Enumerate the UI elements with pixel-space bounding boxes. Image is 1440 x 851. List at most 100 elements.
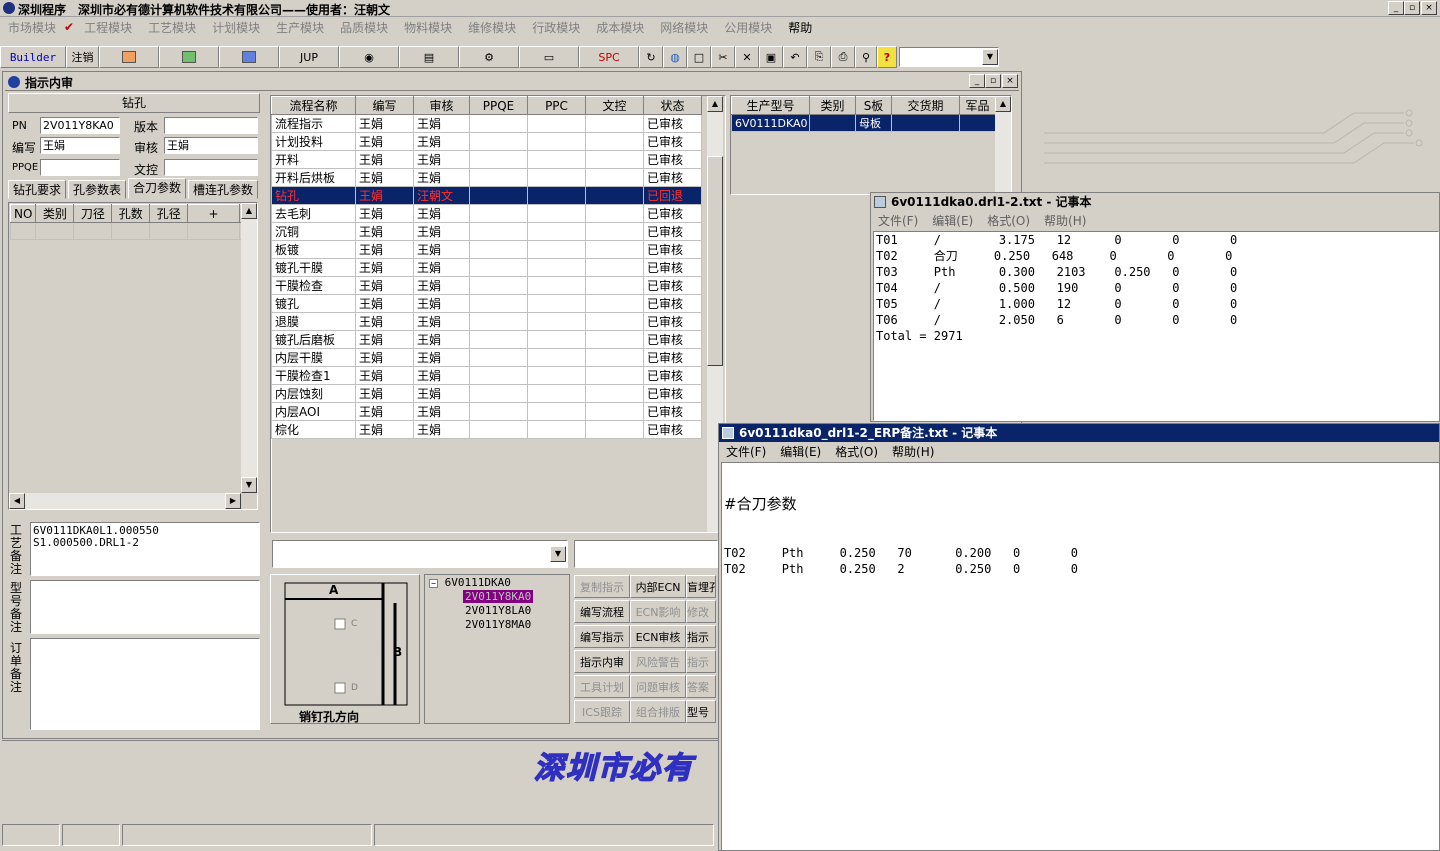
notepad-menu-item[interactable]: 帮助(H) [1037, 212, 1093, 229]
spc-button[interactable]: SPC [579, 46, 639, 68]
hole-grid-vscroll[interactable]: ▲ ▼ [241, 203, 257, 493]
hole-column-header[interactable]: 类别 [35, 204, 75, 223]
tree-node[interactable]: 2V011Y8LA0 [463, 604, 533, 617]
doc-control-field[interactable] [164, 159, 258, 176]
process-row[interactable]: 镀孔 王娟 王娟 已审核 [271, 294, 702, 313]
tab-slot-hole-parameters[interactable]: 槽连孔参数 [188, 180, 259, 199]
notepad-menu-item[interactable]: 编辑(E) [925, 212, 980, 229]
scroll-up-icon[interactable]: ▲ [995, 96, 1011, 112]
menu-item-10[interactable]: 网络模块 [652, 19, 716, 36]
network-icon[interactable]: ⚙ [459, 46, 519, 68]
save-icon[interactable]: ▣ [759, 46, 783, 68]
restore-button[interactable]: ▫ [1404, 1, 1420, 15]
process-row[interactable]: 内层干膜 王娟 王娟 已审核 [271, 348, 702, 367]
process-column-header[interactable]: 文控 [585, 96, 644, 115]
process-column-header[interactable]: 审核 [413, 96, 470, 115]
database-icon[interactable]: ▤ [399, 46, 459, 68]
process-row[interactable]: 棕化 王娟 王娟 已审核 [271, 420, 702, 439]
process-column-header[interactable]: 状态 [643, 96, 702, 115]
process-row[interactable]: 流程指示 王娟 王娟 已审核 [271, 114, 702, 133]
tree-collapse-icon[interactable]: − [429, 579, 438, 588]
notepad-menu-item[interactable]: 帮助(H) [885, 443, 941, 460]
command-button-10[interactable]: 风险警告 [630, 650, 686, 673]
preview-icon[interactable]: ⎘ [807, 46, 831, 68]
word-icon[interactable] [219, 46, 279, 68]
command-button-0[interactable]: 复制指示 [574, 575, 630, 598]
tree-root[interactable]: − 6V0111DKA0 [429, 576, 511, 589]
notepad-menu-item[interactable]: 文件(F) [719, 443, 773, 460]
builder-button[interactable]: Builder [0, 46, 66, 68]
process-row[interactable]: 沉铜 王娟 王娟 已审核 [271, 222, 702, 241]
hole-column-header[interactable]: NO [9, 204, 37, 223]
command-button-2[interactable]: 盲埋孔 [686, 575, 716, 598]
process-row[interactable]: 去毛刺 王娟 王娟 已审核 [271, 204, 702, 223]
process-column-header[interactable]: PPQE [469, 96, 528, 115]
process-grid[interactable]: 流程名称 编写 审核 PPQE PPC 文控 状态 流程指示 王娟 王娟 已审核 计划投料 王娟 王娟已… [270, 95, 726, 533]
command-button-3[interactable]: 编写流程 [574, 600, 630, 623]
product-grid-vscroll[interactable]: ▲ [995, 96, 1011, 194]
chevron-down-icon[interactable]: ▼ [550, 546, 566, 562]
tree-node[interactable]: 2V011Y8MA0 [463, 618, 533, 631]
hole-column-header[interactable]: + [187, 204, 240, 223]
product-column-header[interactable]: 生产型号 [731, 96, 810, 115]
command-button-12[interactable]: 工具计划 [574, 675, 630, 698]
command-button-4[interactable]: ECN影响 [630, 600, 686, 623]
mdi-restore-button[interactable]: ▫ [985, 74, 1001, 88]
scroll-down-icon[interactable]: ▼ [241, 477, 257, 493]
notepad1-text-area[interactable]: T01 / 3.175 12 0 0 0 T02 合刀 0.250 648 0 0… [873, 231, 1439, 421]
menu-item-3[interactable]: 计划模块 [204, 19, 268, 36]
process-row[interactable]: 开料后烘板 王娟 王娟 已审核 [271, 168, 702, 187]
command-button-13[interactable]: 问题审核 [630, 675, 686, 698]
process-remark-field[interactable]: 6V0111DKA0L1.000550 S1.000500.DRL1-2 [30, 522, 260, 576]
command-button-7[interactable]: ECN审核 [630, 625, 686, 648]
process-row[interactable]: 钻孔 王娟 汪朝文 已回退 [271, 186, 702, 205]
command-button-8[interactable]: 指示 [686, 625, 716, 648]
process-row[interactable]: 板镀 王娟 王娟 已审核 [271, 240, 702, 259]
tree-node[interactable]: 2V011Y8KA0 [463, 590, 534, 603]
excel-icon[interactable] [159, 46, 219, 68]
minimize-button[interactable]: _ [1388, 1, 1404, 15]
command-button-15[interactable]: ICS跟踪 [574, 700, 630, 723]
ppqe-field[interactable] [40, 159, 120, 176]
process-row[interactable]: 计划投料 王娟 王娟 已审核 [271, 132, 702, 151]
scroll-up-icon[interactable]: ▲ [707, 96, 723, 112]
process-row[interactable]: 退膜 王娟 王娟 已审核 [271, 312, 702, 331]
filter-combo-right[interactable] [574, 540, 718, 568]
toolbar-combo[interactable]: ▼ [899, 47, 999, 67]
scroll-up-icon[interactable]: ▲ [241, 203, 257, 219]
hole-column-header[interactable]: 刀径 [73, 204, 113, 223]
undo-icon[interactable]: ↶ [783, 46, 807, 68]
command-button-14[interactable]: 答案 [686, 675, 716, 698]
hole-column-header[interactable]: 孔数 [111, 204, 151, 223]
product-column-header[interactable]: 军品 [959, 96, 996, 115]
refresh-icon[interactable]: ↻ [639, 46, 663, 68]
eye-icon[interactable]: ◉ [339, 46, 399, 68]
menu-item-7[interactable]: 维修模块 [460, 19, 524, 36]
menu-item-9[interactable]: 成本模块 [588, 19, 652, 36]
new-file-icon[interactable]: □ [687, 46, 711, 68]
review-field[interactable]: 王娟 [164, 137, 258, 154]
command-button-11[interactable]: 指示 [686, 650, 716, 673]
process-row[interactable]: 内层AOI 王娟 王娟 已审核 [271, 402, 702, 421]
menu-item-4[interactable]: 生产模块 [268, 19, 332, 36]
close-button[interactable]: × [1421, 1, 1437, 15]
scroll-left-icon[interactable]: ◀ [9, 493, 25, 509]
menu-item-1[interactable]: 工程模块 [76, 19, 140, 36]
product-column-header[interactable]: S板 [855, 96, 892, 115]
product-column-header[interactable]: 类别 [809, 96, 856, 115]
product-row[interactable]: 6V0111DKA0 母板 [731, 114, 996, 132]
cut-icon[interactable]: ✂ [711, 46, 735, 68]
tab-drill-requirements[interactable]: 钻孔要求 [8, 180, 67, 199]
process-row[interactable]: 内层蚀刻 王娟 王娟 已审核 [271, 384, 702, 403]
menu-item-2[interactable]: 工艺模块 [140, 19, 204, 36]
product-grid[interactable]: 生产型号 类别 S板 交货期 军品 6V0111DKA0 母板 ▲ [730, 95, 1012, 195]
process-column-header[interactable]: PPC [527, 96, 586, 115]
command-button-5[interactable]: 修改 [686, 600, 716, 623]
process-row[interactable]: 干膜检查 王娟 王娟 已审核 [271, 276, 702, 295]
tab-merge-tool-parameters[interactable]: 合刀参数 [128, 178, 187, 199]
menu-item-5[interactable]: 品质模块 [332, 19, 396, 36]
process-row[interactable]: 开料 王娟 王娟 已审核 [271, 150, 702, 169]
logout-button[interactable]: 注销 [66, 46, 99, 68]
notepad2-text-area[interactable]: #合刀参数 T02 Pth 0.250 70 0.200 0 0 T02 Pth … [721, 462, 1439, 850]
delete-icon[interactable]: ✕ [735, 46, 759, 68]
